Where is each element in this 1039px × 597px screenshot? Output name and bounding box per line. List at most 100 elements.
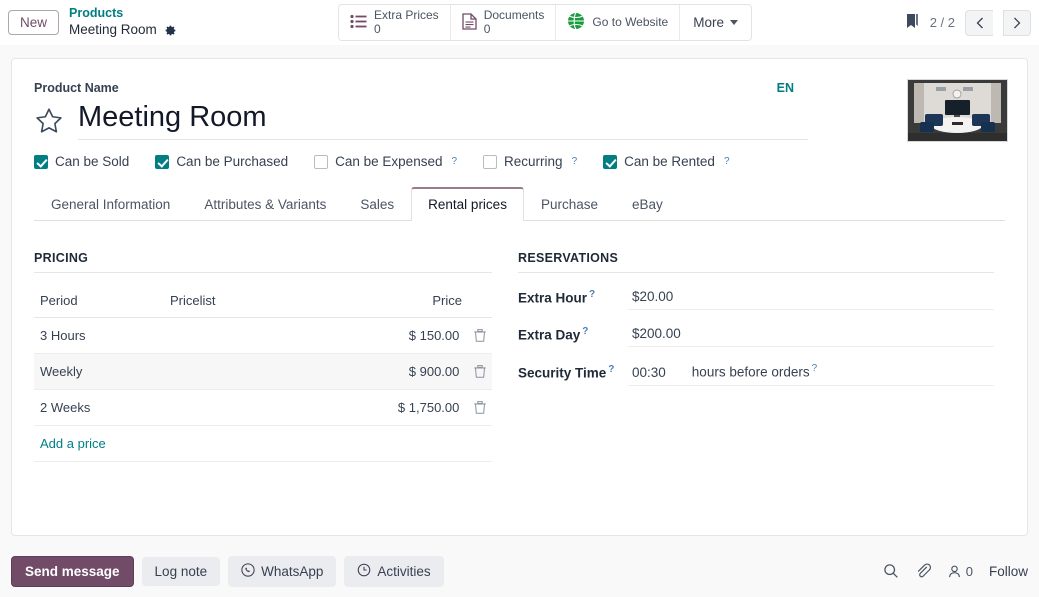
trash-icon[interactable] [474,365,486,378]
pager-count[interactable]: 2 / 2 [930,15,955,30]
cell-price[interactable]: $ 900.00 [284,354,492,390]
paperclip-icon[interactable] [915,563,931,579]
stat-button-documents[interactable]: Documents 0 [451,5,557,40]
stat-button-documents-text: Documents 0 [484,9,545,37]
price-value: $ 150.00 [409,328,460,343]
help-icon[interactable]: ? [589,289,595,300]
suffix-text: hours before orders [692,365,810,380]
label-text: Extra Day [518,327,580,342]
cell-pricelist[interactable] [164,390,284,426]
pager-previous-button[interactable] [965,10,993,36]
checkbox-label: Recurring [504,154,563,169]
field-label-security-time: Security Time? [518,364,628,386]
send-message-button[interactable]: Send message [11,556,134,587]
pager-next-button[interactable] [1003,10,1031,36]
tab-sales[interactable]: Sales [343,187,411,221]
cell-pricelist[interactable] [164,318,284,354]
new-button[interactable]: New [8,10,59,35]
extra-hour-value: $20.00 [632,289,673,304]
checkbox-label: Can be Expensed [335,154,442,169]
whatsapp-button[interactable]: WhatsApp [228,556,336,587]
checkbox-input[interactable] [155,155,169,169]
followers-button[interactable]: 0 [947,564,973,579]
reservations-column: RESERVATIONS Extra Hour? $20.00 Extra Da… [510,251,994,462]
pricing-table: Period Pricelist Price 3 Hours $ 150.00 [34,287,492,462]
add-a-price-link[interactable]: Add a price [40,436,106,451]
checkbox-input[interactable] [603,155,617,169]
pager: 2 / 2 [905,0,1031,45]
help-icon[interactable]: ? [572,156,578,167]
stat-button-go-to-website[interactable]: Go to Website [556,5,680,40]
pricing-table-header: Period Pricelist Price [34,287,492,318]
column-header-price[interactable]: Price [284,287,492,318]
checkbox-input[interactable] [34,155,48,169]
field-value-extra-day[interactable]: $200.00 [628,324,994,347]
table-row[interactable]: 2 Weeks $ 1,750.00 [34,390,492,426]
whatsapp-icon [241,563,255,580]
table-row[interactable]: Weekly $ 900.00 [34,354,492,390]
log-note-button[interactable]: Log note [142,557,221,586]
checkbox-can-be-expensed[interactable]: Can be Expensed ? [314,154,457,169]
product-name-label: Product Name [34,81,1005,95]
star-icon[interactable] [34,106,64,136]
help-icon[interactable]: ? [724,156,730,167]
tab-rental-prices[interactable]: Rental prices [411,187,524,221]
breadcrumb-current: Meeting Room [69,22,177,39]
tab-attributes-variants[interactable]: Attributes & Variants [187,187,343,221]
product-name-value[interactable]: Meeting Room [78,101,808,140]
bookmark-icon[interactable] [905,13,920,33]
cell-price[interactable]: $ 150.00 [284,318,492,354]
add-price-row[interactable]: Add a price [34,426,492,462]
stat-button-extra-prices[interactable]: Extra Prices 0 [339,5,451,40]
cell-price[interactable]: $ 1,750.00 [284,390,492,426]
help-icon[interactable]: ? [582,326,588,337]
security-time-suffix: hours before orders? [692,363,817,380]
field-label-extra-day: Extra Day? [518,326,628,348]
product-name-field[interactable]: EN Meeting Room [78,101,808,140]
control-panel: New Products Meeting Room Extra Prices 0 [0,0,1039,45]
field-security-time: Security Time? 00:30 hours before orders… [518,361,994,386]
tab-purchase[interactable]: Purchase [524,187,615,221]
language-selector[interactable]: EN [777,81,794,95]
search-icon[interactable] [883,563,899,579]
product-title-row: EN Meeting Room [34,101,1005,140]
checkbox-can-be-purchased[interactable]: Can be Purchased [155,154,288,169]
help-icon[interactable]: ? [608,364,614,375]
price-value: $ 1,750.00 [398,400,459,415]
breadcrumb-parent-link[interactable]: Products [69,6,177,22]
help-icon[interactable]: ? [451,156,457,167]
cell-pricelist[interactable] [164,354,284,390]
extra-day-value: $200.00 [632,326,681,341]
whatsapp-label: WhatsApp [261,564,323,579]
checkbox-input[interactable] [314,155,328,169]
checkbox-recurring[interactable]: Recurring ? [483,154,577,169]
table-row[interactable]: 3 Hours $ 150.00 [34,318,492,354]
tab-ebay[interactable]: eBay [615,187,680,221]
checkbox-can-be-rented[interactable]: Can be Rented ? [603,154,729,169]
column-header-pricelist[interactable]: Pricelist [164,287,284,318]
more-button[interactable]: More [680,5,751,40]
trash-icon[interactable] [474,401,486,414]
checkbox-label: Can be Sold [55,154,129,169]
field-label-extra-hour: Extra Hour? [518,289,628,311]
gear-icon[interactable] [164,24,177,37]
add-price-cell[interactable]: Add a price [34,426,492,462]
form-tabs: General Information Attributes & Variant… [34,187,1005,221]
globe-icon [567,12,585,33]
cell-period[interactable]: 2 Weeks [34,390,164,426]
cell-period[interactable]: 3 Hours [34,318,164,354]
help-icon[interactable]: ? [812,363,818,374]
security-time-value[interactable]: 00:30 [632,365,666,380]
field-value-extra-hour[interactable]: $20.00 [628,287,994,310]
product-image[interactable] [907,79,1008,142]
column-header-period[interactable]: Period [34,287,164,318]
list-icon [350,14,367,32]
checkbox-input[interactable] [483,155,497,169]
trash-icon[interactable] [474,329,486,342]
checkbox-can-be-sold[interactable]: Can be Sold [34,154,129,169]
cell-period[interactable]: Weekly [34,354,164,390]
activities-button[interactable]: Activities [344,556,443,587]
field-value-security-time[interactable]: 00:30 hours before orders? [628,361,994,386]
tab-general-information[interactable]: General Information [34,187,187,221]
follow-button[interactable]: Follow [989,564,1028,579]
